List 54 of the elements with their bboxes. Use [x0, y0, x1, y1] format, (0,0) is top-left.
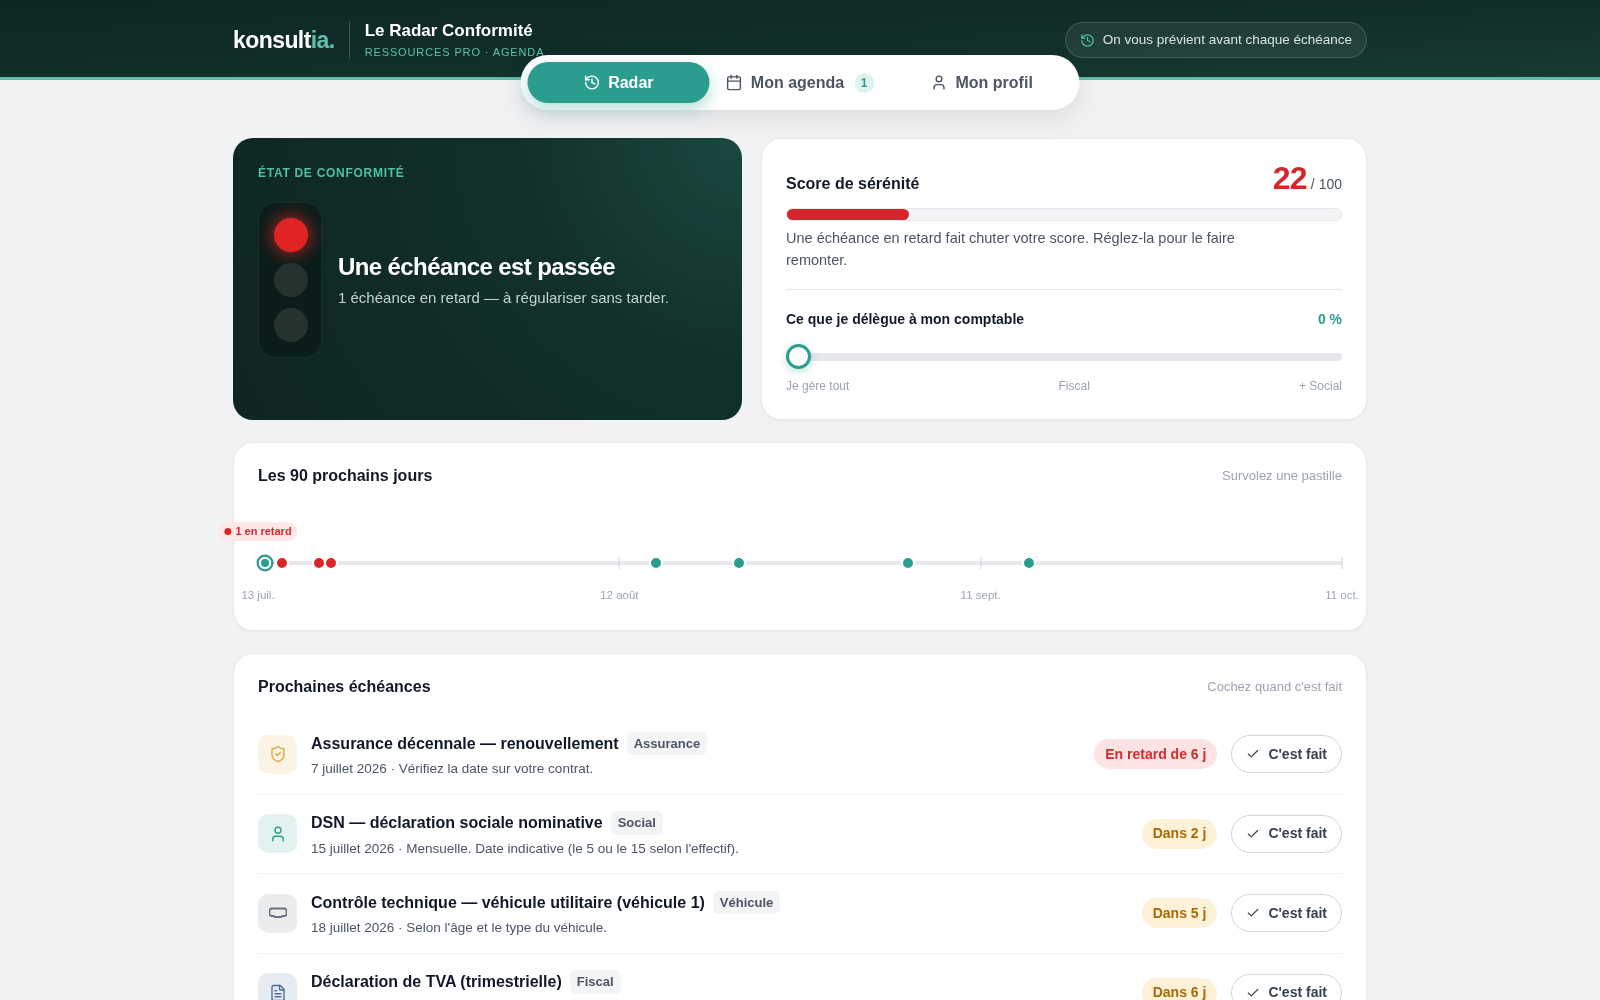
score-note: Une échéance en retard fait chuter votre score. Réglez-la pour le faire remonter.: [786, 229, 1236, 270]
slider-thumb[interactable]: [786, 344, 811, 369]
card-title: Prochaines échéances: [258, 677, 431, 697]
notice-text: On vous prévient avant chaque échéance: [1102, 30, 1352, 49]
due-status-badge: Dans 6 j: [1141, 977, 1218, 1000]
category-tag: Assurance: [626, 731, 708, 756]
nav-tab[interactable]: Mon profil: [890, 62, 1073, 103]
date-tick-label: 11 sept.: [960, 588, 1001, 603]
today-marker-icon[interactable]: [256, 554, 273, 572]
deadline-detail: 15 juillet 2026 · Mensuelle. Date indicative (le 5 ou le 15 selon l'effectif).: [311, 839, 739, 858]
date-tick-label: 12 août: [600, 588, 639, 603]
deadline-title: DSN — déclaration sociale nominative: [311, 813, 603, 833]
category-tag: Véhicule: [712, 890, 781, 915]
card-title: Les 90 prochains jours: [258, 466, 433, 486]
late-count-text: 1 en retard: [235, 524, 292, 540]
deadline-title: Contrôle technique — véhicule utilitaire (véhicule 1): [311, 892, 705, 913]
delegation-label: Ce que je délègue à mon comptable: [786, 310, 1025, 329]
card-eyebrow: ÉTAT DE CONFORMITÉ: [258, 165, 405, 181]
score-value: 22: [1272, 159, 1307, 197]
done-button[interactable]: C'est fait: [1231, 894, 1342, 933]
status-detail: 1 échéance en retard — à régulariser sans tarder.: [338, 288, 670, 308]
nav-tab[interactable]: Mon agenda 1: [709, 62, 891, 103]
card-hint: Cochez quand c'est fait: [1207, 678, 1342, 697]
due-status-badge: En retard de 6 j: [1094, 739, 1218, 770]
date-tick-label: 13 juil.: [241, 588, 275, 603]
user-icon: [930, 74, 948, 91]
card-hint: Survolez une pastille: [1222, 467, 1342, 486]
clock-icon: [1079, 32, 1095, 48]
slider-stop-label: + Social: [1298, 378, 1342, 395]
deadline-title: Assurance décennale — renouvellement: [311, 733, 619, 754]
deadline-detail: 18 juillet 2026 · Selon l'âge et le type du véhicule.: [311, 919, 608, 938]
delegation-slider[interactable]: [786, 344, 1342, 369]
app-subtitle: RESSOURCES PRO · AGENDA: [364, 45, 545, 60]
date-tick-label: 11 oct.: [1325, 588, 1359, 603]
done-button[interactable]: C'est fait: [1231, 735, 1342, 774]
slider-stop-label: Fiscal: [1058, 378, 1090, 395]
deadline-title: Déclaration de TVA (trimestrielle): [311, 972, 562, 992]
deadline-detail: 7 juillet 2026 · Vérifiez la date sur votre contrat.: [311, 760, 594, 779]
delegation-reading: 0 %: [1317, 310, 1342, 329]
brand-logo[interactable]: konsultia.: [233, 28, 335, 52]
status-headline: Une échéance est passée: [338, 252, 616, 282]
clock-icon: [583, 74, 601, 91]
app-title: Le Radar Conformité: [364, 20, 533, 42]
due-status-badge: Dans 2 j: [1141, 818, 1218, 849]
category-tag: Fiscal: [569, 970, 621, 994]
card-title: Score de sérénité: [786, 174, 920, 194]
done-button[interactable]: C'est fait: [1231, 973, 1342, 1000]
due-status-badge: Dans 5 j: [1141, 898, 1218, 929]
count-badge: 1: [854, 72, 875, 93]
done-button[interactable]: C'est fait: [1231, 814, 1342, 853]
category-tag: Social: [610, 811, 663, 835]
calendar-icon: [725, 74, 743, 91]
score-max: / 100: [1310, 175, 1342, 194]
slider-stop-label: Je gère tout: [786, 378, 850, 395]
